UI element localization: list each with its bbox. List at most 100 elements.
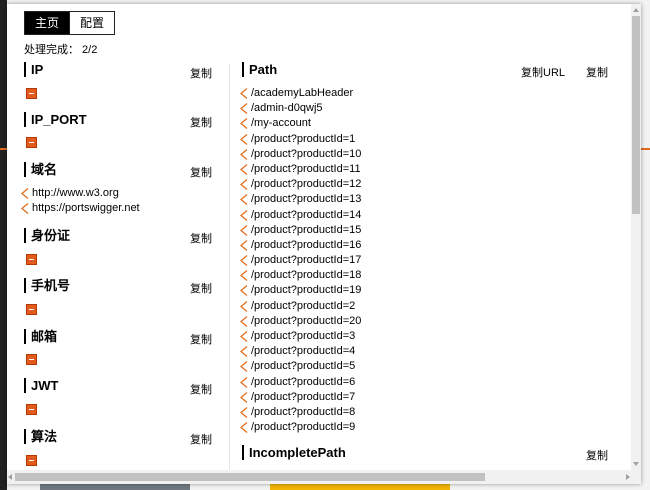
chevron-left-icon <box>240 406 248 418</box>
list-item[interactable]: /product?productId=8 <box>240 405 361 420</box>
copy-button-email[interactable]: 复制 <box>190 331 212 347</box>
list-item[interactable]: https://portswigger.net <box>21 201 140 216</box>
list-item-text: /my-account <box>251 117 311 130</box>
chevron-left-icon <box>240 133 248 145</box>
chevron-left-icon <box>21 188 29 199</box>
list-item[interactable]: /product?productId=19 <box>240 283 361 298</box>
list-item-text: /product?productId=4 <box>251 345 356 358</box>
chevron-left-icon <box>240 255 248 267</box>
progress-status: 处理完成： 2/2 <box>24 44 98 56</box>
chevron-left-icon <box>240 376 248 388</box>
tab-config[interactable]: 配置 <box>69 12 114 34</box>
list-item[interactable]: /product?productId=3 <box>240 329 361 344</box>
domain-list: http://www.w3.org https://portswigger.net <box>21 186 140 216</box>
empty-result-icon <box>26 88 37 99</box>
list-item[interactable]: /admin-d0qwj5 <box>240 101 361 116</box>
chevron-left-icon <box>240 361 248 373</box>
list-item[interactable]: /product?productId=1 <box>240 132 361 147</box>
section-title-domain: 域名 <box>24 162 57 177</box>
scroll-left-arrow-icon[interactable] <box>8 474 12 480</box>
list-item-text: /product?productId=10 <box>251 147 362 160</box>
list-item[interactable]: /product?productId=13 <box>240 192 361 207</box>
background-accent-line-left <box>0 148 7 150</box>
list-item[interactable]: /product?productId=6 <box>240 375 361 390</box>
chevron-left-icon <box>240 239 248 251</box>
section-title-path: Path <box>242 62 277 77</box>
copy-button-jwt[interactable]: 复制 <box>190 381 212 397</box>
section-title-ip: IP <box>24 62 43 77</box>
column-divider <box>229 64 230 470</box>
empty-result-icon <box>26 304 37 315</box>
chevron-left-icon <box>240 346 248 358</box>
chevron-left-icon <box>240 285 248 297</box>
scroll-down-arrow-icon[interactable] <box>633 462 639 466</box>
list-item[interactable]: /product?productId=16 <box>240 238 361 253</box>
list-item[interactable]: /product?productId=14 <box>240 208 361 223</box>
scroll-right-arrow-icon[interactable] <box>626 474 630 480</box>
list-item-text: /product?productId=6 <box>251 375 356 388</box>
list-item-text: /product?productId=19 <box>251 284 362 297</box>
list-item[interactable]: /product?productId=15 <box>240 223 361 238</box>
list-item-text: /product?productId=5 <box>251 360 356 373</box>
path-list: /academyLabHeader/admin-d0qwj5/my-accoun… <box>240 86 361 435</box>
list-item-text: /academyLabHeader <box>251 87 354 99</box>
horizontal-scroll-thumb[interactable] <box>15 473 485 481</box>
list-item[interactable]: /product?productId=11 <box>240 162 361 177</box>
list-item-text: /product?productId=16 <box>251 238 362 251</box>
scroll-up-arrow-icon[interactable] <box>633 8 639 12</box>
list-item-text: /product?productId=8 <box>251 405 356 418</box>
list-item[interactable]: /my-account <box>240 116 361 131</box>
section-title-incomplete-path: IncompletePath <box>242 445 346 460</box>
empty-result-icon <box>26 404 37 415</box>
copy-button-ip[interactable]: 复制 <box>190 65 212 81</box>
chevron-left-icon <box>240 194 248 206</box>
list-item[interactable]: /product?productId=9 <box>240 420 361 435</box>
copy-button-domain[interactable]: 复制 <box>190 164 212 180</box>
list-item[interactable]: /product?productId=4 <box>240 344 361 359</box>
list-item-text: /product?productId=14 <box>251 208 362 221</box>
list-item[interactable]: /product?productId=5 <box>240 359 361 374</box>
list-item[interactable]: /product?productId=2 <box>240 299 361 314</box>
copy-url-button[interactable]: 复制URL <box>521 64 565 80</box>
list-item-text: /product?productId=11 <box>251 162 361 175</box>
list-item[interactable]: /product?productId=10 <box>240 147 361 162</box>
list-item-text: /product?productId=12 <box>251 178 362 191</box>
list-item[interactable]: /product?productId=12 <box>240 177 361 192</box>
empty-result-icon <box>26 137 37 148</box>
chevron-left-icon <box>240 331 248 342</box>
chevron-left-icon <box>240 224 248 236</box>
list-item-text: /product?productId=9 <box>251 421 356 434</box>
copy-button-id-card[interactable]: 复制 <box>190 230 212 246</box>
list-item-text: /product?productId=18 <box>251 269 362 282</box>
list-item-text: /product?productId=2 <box>251 299 356 312</box>
vertical-scrollbar[interactable] <box>631 4 641 470</box>
list-item-text: /product?productId=17 <box>251 254 362 267</box>
copy-button-phone[interactable]: 复制 <box>190 280 212 296</box>
chevron-left-icon <box>240 270 248 282</box>
empty-result-icon <box>26 354 37 365</box>
tab-bar: 主页 配置 <box>24 11 115 35</box>
scrollbar-corner <box>631 470 641 484</box>
chevron-left-icon <box>240 315 248 327</box>
list-item[interactable]: http://www.w3.org <box>21 186 140 201</box>
section-title-algorithm: 算法 <box>24 429 57 444</box>
chevron-left-icon <box>240 179 248 191</box>
list-item[interactable]: /academyLabHeader <box>240 86 361 101</box>
vertical-scroll-thumb[interactable] <box>632 16 640 214</box>
extension-popup: 主页 配置 处理完成： 2/2 IP 复制 IP_PORT 复制 域名 复制 h… <box>7 4 641 484</box>
copy-button-incomplete-path[interactable]: 复制 <box>586 447 608 463</box>
chevron-left-icon <box>240 103 248 115</box>
section-title-ip-port: IP_PORT <box>24 112 87 127</box>
list-item[interactable]: /product?productId=20 <box>240 314 361 329</box>
list-item[interactable]: /product?productId=18 <box>240 268 361 283</box>
tab-home[interactable]: 主页 <box>25 12 69 34</box>
horizontal-scrollbar[interactable] <box>7 470 631 484</box>
list-item-text: /product?productId=13 <box>251 193 362 206</box>
copy-button-algorithm[interactable]: 复制 <box>190 431 212 447</box>
section-title-phone: 手机号 <box>24 278 70 293</box>
copy-button-ip-port[interactable]: 复制 <box>190 114 212 130</box>
chevron-left-icon <box>240 422 248 434</box>
list-item[interactable]: /product?productId=7 <box>240 390 361 405</box>
copy-button-path[interactable]: 复制 <box>586 64 608 80</box>
list-item[interactable]: /product?productId=17 <box>240 253 361 268</box>
